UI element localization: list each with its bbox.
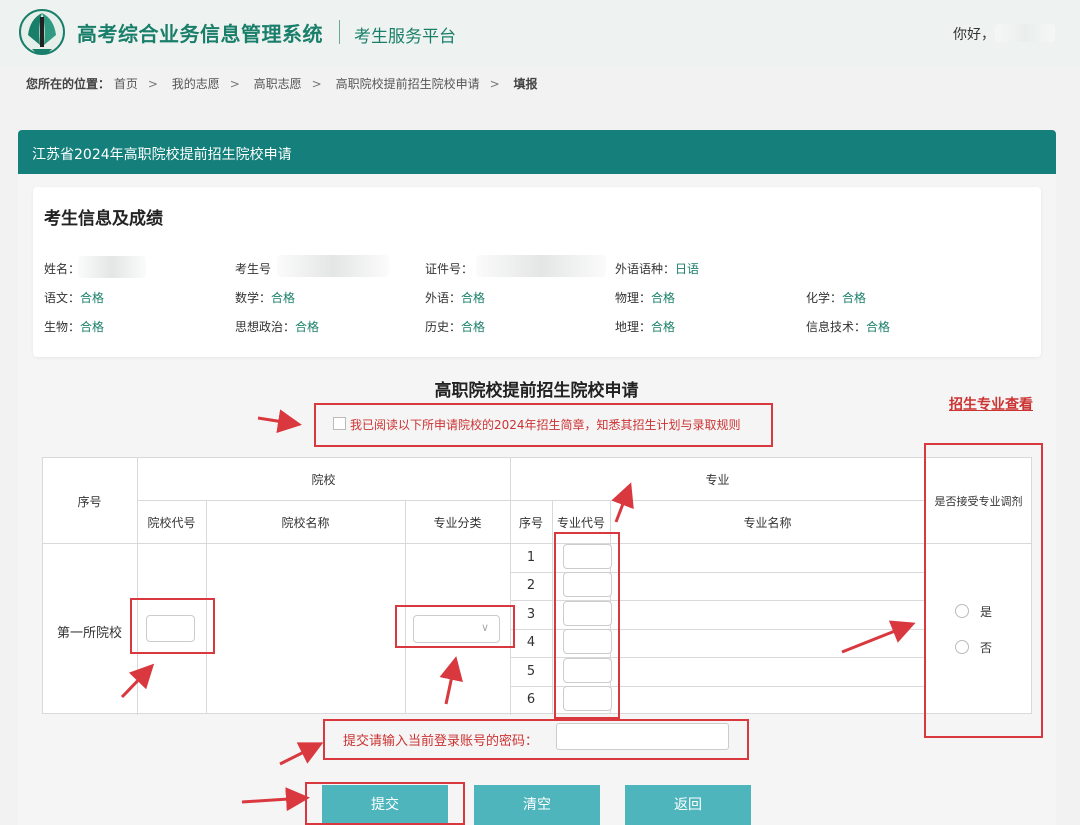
arrow-to-school-code bbox=[120, 663, 155, 699]
arrow-to-agreement bbox=[257, 409, 302, 434]
arrow-to-submit bbox=[241, 787, 310, 812]
arrow-to-password bbox=[279, 742, 324, 766]
arrow-to-major-codes bbox=[611, 482, 634, 523]
arrow-to-adjust bbox=[841, 620, 916, 654]
annotation-arrows bbox=[120, 409, 916, 812]
arrow-to-major-category bbox=[439, 656, 463, 705]
